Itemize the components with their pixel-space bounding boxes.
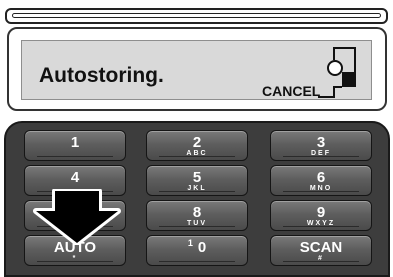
key-6-line — [283, 191, 359, 192]
key-auto-line — [37, 261, 113, 262]
key-6[interactable]: 6 MNO — [270, 165, 372, 196]
top-status-bar — [5, 8, 388, 24]
cancel-bracket-icon[interactable] — [318, 44, 364, 100]
key-9-line — [283, 226, 359, 227]
key-6-label: 6 — [316, 169, 326, 186]
top-status-bar-inner — [12, 13, 381, 18]
cancel-label[interactable]: CANCEL — [262, 83, 320, 99]
key-9[interactable]: 9 WXYZ — [270, 200, 372, 231]
key-5-label: 5 — [192, 169, 202, 186]
key-8-line — [159, 226, 235, 227]
key-2-line — [159, 156, 235, 157]
key-1-line — [37, 156, 113, 157]
key-8-label: 8 — [192, 204, 202, 221]
key-1-label: 1 — [70, 134, 80, 151]
key-5-line — [159, 191, 235, 192]
screen-title: Autostoring. — [39, 64, 164, 87]
key-0[interactable]: 10 — [146, 235, 248, 266]
key-1[interactable]: 1 — [24, 130, 126, 161]
key-3-label: 3 — [316, 134, 326, 151]
key-0-line — [159, 261, 235, 262]
key-3-line — [283, 156, 359, 157]
key-scan-label: SCAN — [299, 239, 343, 256]
key-2-label: 2 — [192, 134, 202, 151]
key-0-label-wrap: 10 — [147, 238, 247, 257]
key-0-label: 0 — [197, 239, 207, 256]
key-scan[interactable]: SCAN # — [270, 235, 372, 266]
key-2[interactable]: 2 ABC — [146, 130, 248, 161]
key-9-label: 9 — [316, 204, 326, 221]
key-4-label: 4 — [70, 169, 80, 186]
down-arrow-icon — [33, 189, 121, 245]
key-scan-line — [283, 261, 359, 262]
key-8[interactable]: 8 TUV — [146, 200, 248, 231]
key-3[interactable]: 3 DEF — [270, 130, 372, 161]
key-0-superscript: 1 — [187, 238, 193, 248]
key-5[interactable]: 5 JKL — [146, 165, 248, 196]
